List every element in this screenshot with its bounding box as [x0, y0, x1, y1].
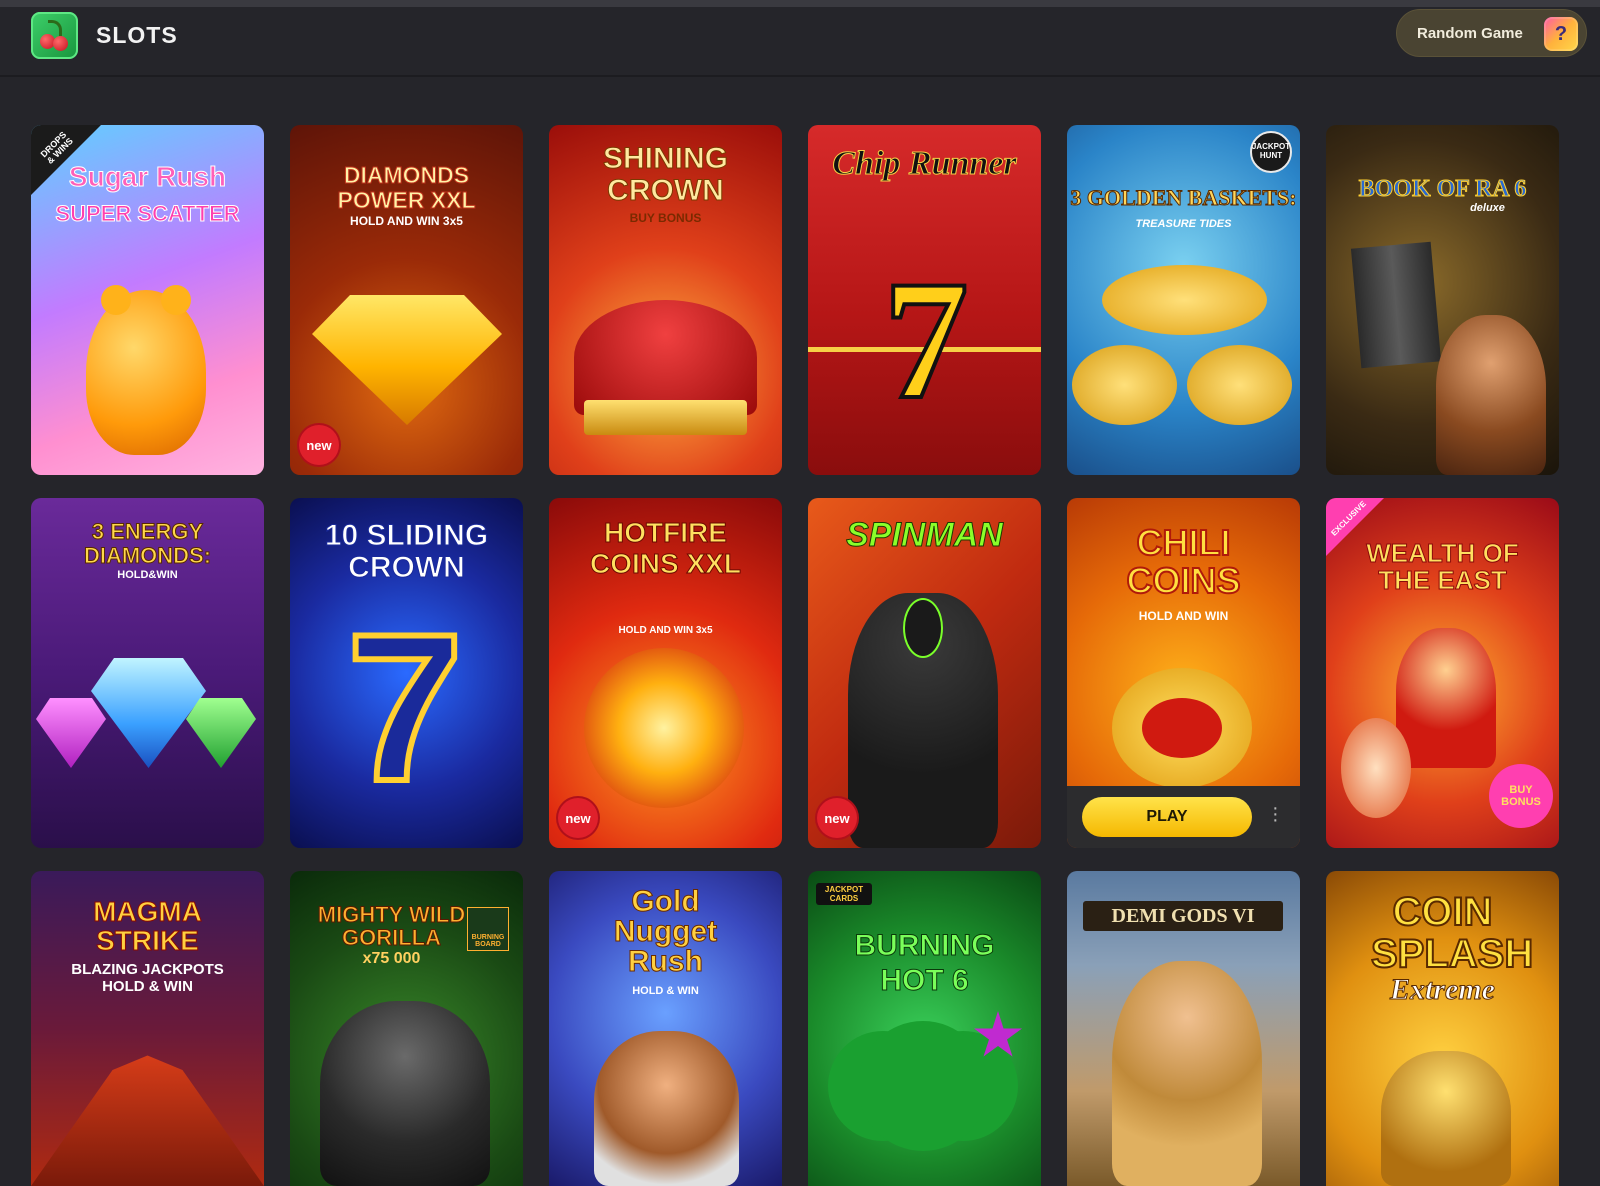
burning-board-logo: BURNING BOARD — [467, 907, 509, 951]
game-card-burning-hot-6[interactable]: BURNING HOT 6 JACKPOT CARDS — [808, 871, 1041, 1186]
dice-icon: ? — [1544, 17, 1578, 51]
game-card-sugar-rush[interactable]: Sugar Rush SUPER SCATTER DROPS & WINS — [31, 125, 264, 475]
game-title: BURNING HOT 6 — [854, 929, 995, 998]
game-card-3-energy-diamonds[interactable]: 3 ENERGY DIAMONDS: HOLD&WIN — [31, 498, 264, 848]
game-title: SHINING CROWN — [602, 142, 728, 207]
game-subtitle: deluxe — [1470, 202, 1505, 214]
jackpot-cards-label: JACKPOT CARDS — [816, 883, 872, 905]
game-title: HOTFIRE COINS XXL — [590, 517, 742, 579]
game-title: DEMI GODS VI — [1083, 901, 1283, 931]
slots-cherry-icon[interactable] — [31, 12, 78, 59]
game-card-gold-nugget-rush[interactable]: Gold Nugget Rush HOLD & WIN — [549, 871, 782, 1186]
more-options-icon[interactable]: · · · — [1272, 798, 1279, 830]
new-badge: new — [817, 798, 857, 838]
header-bar: SLOTS Random Game ? — [0, 7, 1600, 77]
game-title: MAGMA STRIKE — [93, 896, 203, 957]
game-title: SPINMAN — [846, 516, 1004, 554]
game-card-chip-runner[interactable]: 7 Chip Runner — [808, 125, 1041, 475]
top-strip — [0, 0, 1600, 7]
game-card-spinman[interactable]: SPINMAN new — [808, 498, 1041, 848]
game-card-chili-coins[interactable]: CHILI COINS HOLD AND WIN PLAY · · · — [1067, 498, 1300, 848]
game-card-book-of-ra-6[interactable]: BOOK OF RA 6 deluxe — [1326, 125, 1559, 475]
game-card-3-golden-baskets[interactable]: 3 GOLDEN BASKETS: TREASURE TIDES JACKPOT… — [1067, 125, 1300, 475]
play-bar: PLAY · · · — [1067, 786, 1300, 848]
game-card-mighty-wild-gorilla[interactable]: MIGHTY WILD GORILLA x75 000 BURNING BOAR… — [290, 871, 523, 1186]
random-game-label: Random Game — [1417, 24, 1523, 42]
game-subtitle: TREASURE TIDES — [1135, 218, 1232, 230]
new-badge: new — [299, 425, 339, 465]
game-subtitle: HOLD&WIN — [117, 569, 178, 581]
game-title: DIAMONDS POWER XXL — [337, 162, 476, 214]
game-card-shining-crown[interactable]: SHINING CROWN BUY BONUS — [549, 125, 782, 475]
game-subtitle: BUY BONUS — [629, 211, 702, 225]
game-title: 3 GOLDEN BASKETS: — [1070, 185, 1297, 210]
game-subtitle: HOLD AND WIN 3x5 — [350, 214, 463, 228]
buy-bonus-badge: BUY BONUS — [1489, 764, 1553, 828]
game-title: CHILI COINS — [1125, 522, 1241, 601]
game-title: Chip Runner — [832, 145, 1017, 182]
game-subtitle: HOLD AND WIN — [1138, 609, 1229, 623]
game-title: 10 SLIDING CROWN — [324, 519, 489, 584]
game-subtitle: HOLD & WIN — [632, 985, 699, 997]
game-subtitle: Extreme — [1390, 973, 1496, 1006]
game-title: COIN SPLASH — [1370, 890, 1534, 976]
game-subtitle: BLAZING JACKPOTS HOLD & WIN — [71, 961, 224, 996]
game-card-magma-strike[interactable]: MAGMA STRIKE BLAZING JACKPOTS HOLD & WIN — [31, 871, 264, 1186]
game-subtitle: x75 000 — [362, 950, 421, 967]
game-card-10-sliding-crown[interactable]: 7 10 SLIDING CROWN — [290, 498, 523, 848]
page-title: SLOTS — [96, 22, 178, 48]
game-card-coin-splash-extreme[interactable]: COIN SPLASH Extreme — [1326, 871, 1559, 1186]
play-button[interactable]: PLAY — [1082, 797, 1252, 837]
game-subtitle: SUPER SCATTER — [55, 201, 240, 226]
game-card-demi-gods-vi[interactable]: DEMI GODS VI — [1067, 871, 1300, 1186]
random-game-button[interactable]: Random Game ? — [1396, 9, 1587, 57]
jackpot-hunt-logo: JACKPOT HUNT — [1250, 131, 1292, 173]
game-card-hotfire-coins-xxl[interactable]: HOTFIRE COINS XXL HOLD AND WIN 3x5 new — [549, 498, 782, 848]
game-card-diamonds-power-xxl[interactable]: DIAMONDS POWER XXL HOLD AND WIN 3x5 new — [290, 125, 523, 475]
game-card-wealth-of-the-east[interactable]: WEALTH OF THE EAST EXCLUSIVE BUY BONUS — [1326, 498, 1559, 848]
game-title: 3 ENERGY DIAMONDS: — [83, 519, 212, 569]
game-subtitle: HOLD AND WIN 3x5 — [618, 625, 713, 636]
game-title: Gold Nugget Rush — [613, 885, 718, 978]
new-badge: new — [558, 798, 598, 838]
game-title: BOOK OF RA 6 — [1358, 176, 1527, 202]
